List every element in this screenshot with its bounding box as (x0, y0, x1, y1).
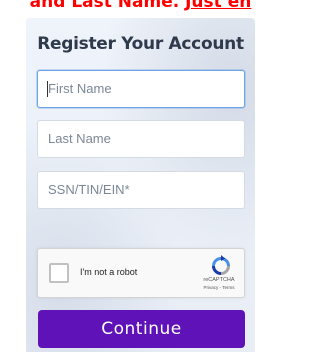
first-name-placeholder: First Name (48, 81, 112, 96)
recaptcha-label: I'm not a robot (80, 267, 138, 277)
banner-underlined-text: Just en (185, 0, 252, 12)
first-name-field[interactable]: First Name (37, 70, 245, 108)
recaptcha-widget: I'm not a robot reCAPTCHA Privacy - Term… (37, 248, 245, 298)
recaptcha-checkbox[interactable] (49, 263, 69, 283)
text-caret (47, 81, 48, 97)
banner-text: and Last Name. (29, 0, 186, 12)
instruction-banner: and Last Name. Just en (0, 0, 281, 13)
page-title: Register Your Account (37, 34, 244, 54)
continue-button[interactable]: Continue (38, 310, 245, 348)
register-panel: Register Your Account First Name Last Na… (26, 18, 255, 352)
last-name-field[interactable]: Last Name (37, 120, 245, 158)
recaptcha-icon (212, 255, 230, 275)
ssn-placeholder: SSN/TIN/EIN* (48, 182, 130, 197)
last-name-placeholder: Last Name (48, 131, 111, 146)
recaptcha-links[interactable]: Privacy - Terms (195, 285, 243, 291)
ssn-field[interactable]: SSN/TIN/EIN* (37, 171, 245, 209)
recaptcha-brand: reCAPTCHA (203, 277, 235, 283)
page: and Last Name. Just en Register Your Acc… (0, 0, 281, 352)
